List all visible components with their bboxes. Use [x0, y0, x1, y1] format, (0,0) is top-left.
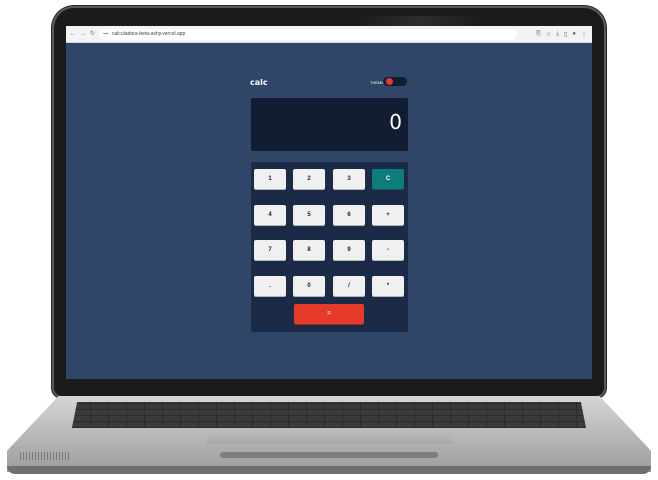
theme-toggle[interactable]	[383, 77, 407, 86]
reload-icon[interactable]: ↻	[90, 26, 95, 42]
equals-button[interactable]: =	[294, 304, 364, 324]
clear-button[interactable]: C	[372, 169, 404, 189]
laptop-base-edge	[7, 466, 651, 474]
star-icon[interactable]: ☆	[546, 31, 551, 38]
key-1[interactable]: 1	[254, 169, 286, 189]
laptop-keyboard	[72, 402, 586, 428]
download-icon[interactable]: ⤓	[556, 31, 559, 38]
key-multiply[interactable]: *	[372, 276, 404, 296]
toggle-knob[interactable]	[386, 78, 393, 85]
url-text[interactable]: calculadora-beta-ashy.vercel.app	[112, 31, 185, 37]
browser-toolbar: ← → ↻ ⊶ calculadora-beta-ashy.vercel.app…	[66, 26, 592, 43]
key-4[interactable]: 4	[254, 205, 286, 225]
back-icon[interactable]: ←	[70, 26, 76, 42]
key-plus[interactable]: +	[372, 205, 404, 225]
forward-icon[interactable]: →	[80, 26, 86, 42]
app-title: calc	[250, 78, 268, 87]
site-info-icon[interactable]: ⊶	[103, 31, 108, 37]
key-6[interactable]: 6	[333, 205, 365, 225]
speaker-grille	[20, 452, 70, 460]
key-decimal[interactable]: .	[254, 276, 286, 296]
key-divide[interactable]: /	[333, 276, 365, 296]
key-8[interactable]: 8	[293, 240, 325, 260]
key-5[interactable]: 5	[293, 205, 325, 225]
laptop-trackpad	[206, 430, 452, 444]
address-bar[interactable]: ⊶ calculadora-beta-ashy.vercel.app	[99, 28, 518, 40]
key-9[interactable]: 9	[333, 240, 365, 260]
profile-icon[interactable]: ●	[572, 31, 576, 38]
laptop-hinge	[220, 452, 438, 458]
translate-icon[interactable]: ⎘	[536, 31, 541, 38]
key-2[interactable]: 2	[293, 169, 325, 189]
browser-actions: ⎘ ☆ ⤓ ▯ ● ⋮	[536, 31, 587, 38]
display-value: 0	[389, 110, 402, 134]
keypad: 1 2 3 C 4 5 6 + 7 8 9 - . 0 / * =	[251, 162, 408, 332]
laptop-screen: ← → ↻ ⊶ calculadora-beta-ashy.vercel.app…	[66, 26, 592, 379]
theme-label: THEME	[370, 80, 384, 85]
key-3[interactable]: 3	[333, 169, 365, 189]
tab-icon[interactable]: ▯	[564, 31, 567, 38]
key-0[interactable]: 0	[293, 276, 325, 296]
calculator-display: 0	[251, 98, 408, 151]
key-minus[interactable]: -	[372, 240, 404, 260]
menu-icon[interactable]: ⋮	[581, 31, 587, 38]
key-7[interactable]: 7	[254, 240, 286, 260]
